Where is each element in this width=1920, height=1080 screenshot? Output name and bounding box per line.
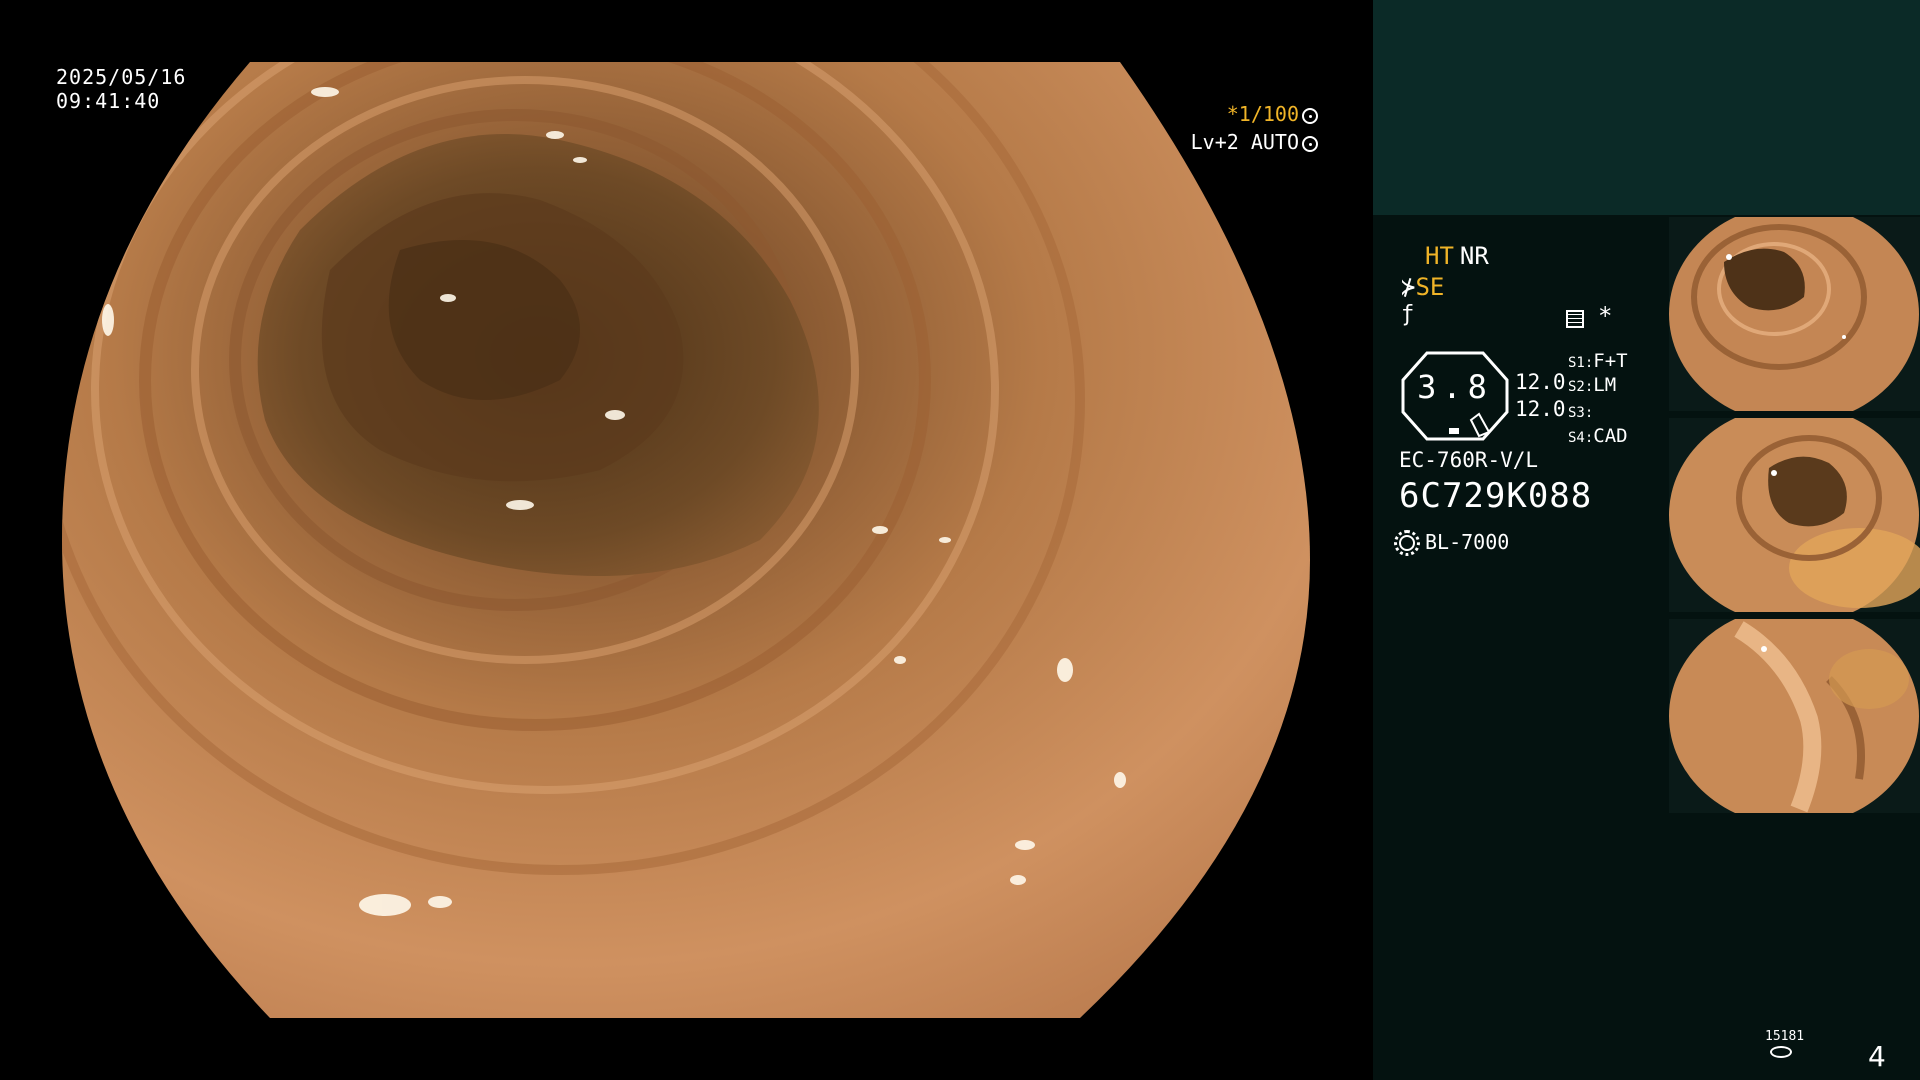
switch-3: S3: [1568,400,1593,422]
filter-icon: ƒ [1401,302,1415,327]
disk-icon [1770,1046,1792,1058]
star-icon: * [1598,302,1613,330]
switch-4-value: CAD [1593,425,1628,447]
level-row: Lv+2 AUTO [1191,128,1318,156]
sun-icon [1394,530,1420,556]
datetime-stamp: 2025/05/16 09:41:40 [56,65,186,113]
nr-label: NR [1459,242,1489,270]
switch-2-value: LM [1593,374,1617,396]
thumbnail-image-1 [1669,217,1920,411]
dial-icon [1302,108,1318,124]
se-icon: ⊁ [1401,273,1416,301]
iris-value: 3.8 [1417,368,1493,406]
switch-2: S2:LM [1568,374,1616,396]
capture-thumbnail-2[interactable] [1669,418,1920,612]
processor-settings: HT NR ⊁SE ƒ * 3.8 12.0 12.0 S1:F+T S2:LM … [1373,240,1673,580]
image-counter: 15181 [1765,1029,1805,1044]
se-row: ⊁SE [1401,273,1444,301]
dial-icon [1302,136,1318,152]
endoscopic-image [62,62,1310,1018]
switch-1: S1:F+T [1568,350,1628,372]
exposure-info: *1/100 Lv+2 AUTO [1191,100,1318,156]
ht-label: HT [1425,242,1454,270]
capture-thumbnail-3[interactable] [1669,619,1920,813]
switch-2-tag: S2: [1568,379,1594,395]
page-number: 4 [1868,1040,1886,1073]
shutter-text: *1/100 [1226,102,1299,126]
switch-4: S4:CAD [1568,425,1628,447]
light-source-label: BL-7000 [1425,530,1510,554]
switch-4-tag: S4: [1568,430,1594,446]
capture-thumbnail-1[interactable] [1669,217,1920,411]
thumbnail-image-3 [1669,619,1920,813]
date-text: 2025/05/16 [56,65,187,89]
time-text: 09:41:40 [56,89,161,113]
setting-value-b: 12.0 [1515,397,1566,421]
thumbnail-image-2 [1669,418,1920,612]
scope-model: EC-760R-V/L [1399,448,1539,472]
enhancement-row: HT NR [1425,242,1489,270]
light-source-row: BL-7000 [1394,530,1510,556]
se-label: SE [1415,273,1445,301]
grid-icon [1566,310,1584,328]
level-text: Lv+2 AUTO [1190,130,1299,154]
panel-header [1373,0,1920,215]
switch-1-value: F+T [1593,350,1628,372]
main-endoscope-view: 2025/05/16 09:41:40 *1/100 Lv+2 AUTO [0,0,1373,1080]
shutter-row: *1/100 [1191,100,1318,128]
switch-3-tag: S3: [1568,405,1594,421]
switch-1-tag: S1: [1568,355,1594,371]
scope-serial: 6C729K088 [1399,476,1593,516]
setting-value-a: 12.0 [1515,370,1566,394]
